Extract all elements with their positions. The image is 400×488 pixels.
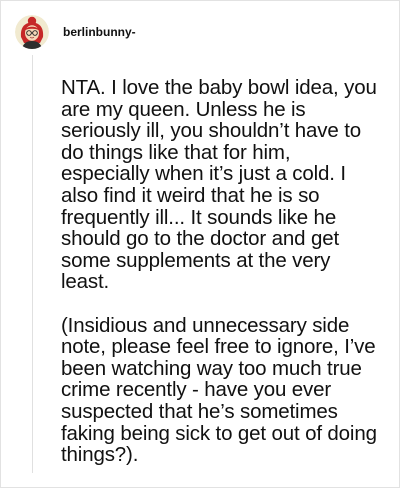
thread-line: [32, 55, 33, 473]
comment-body: NTA. I love the baby bowl idea, you are …: [61, 77, 379, 466]
comment-header: berlinbunny-: [15, 15, 136, 49]
cartoon-avatar-icon[interactable]: [15, 15, 49, 49]
comment-card: berlinbunny- NTA. I love the baby bowl i…: [0, 0, 400, 488]
comment-paragraph-1: NTA. I love the baby bowl idea, you are …: [61, 76, 377, 294]
username-link[interactable]: berlinbunny-: [63, 25, 136, 39]
comment-paragraph-2: (Insidious and unnecessary side note, pl…: [61, 313, 377, 467]
